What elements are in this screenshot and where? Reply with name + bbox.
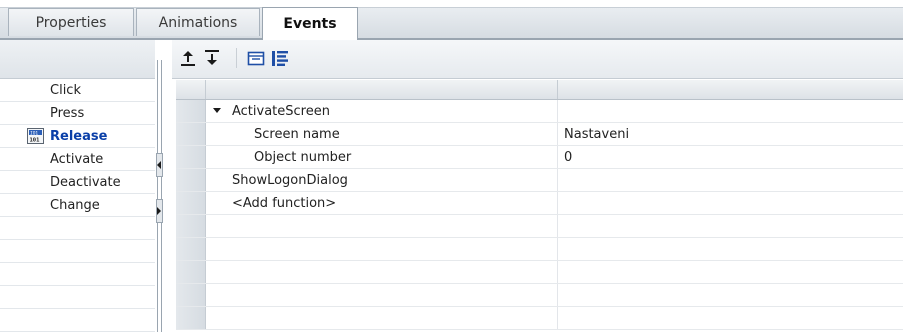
tab-label: Properties — [35, 14, 107, 31]
collapse-left-button[interactable] — [156, 153, 163, 177]
empty-row — [176, 261, 903, 284]
event-label: Release — [50, 129, 108, 144]
row-gutter — [176, 169, 206, 191]
move-down-icon — [205, 50, 219, 65]
event-label: Deactivate — [50, 175, 121, 190]
function-name: ShowLogonDialog — [232, 173, 348, 188]
triangle-left-icon — [157, 161, 161, 169]
row-gutter — [176, 307, 206, 329]
event-item-release[interactable]: IO1 101 Release — [0, 125, 155, 148]
folder-button[interactable] — [246, 48, 266, 68]
tab-animations[interactable]: Animations — [136, 8, 260, 36]
list-view-icon — [272, 51, 288, 66]
splitter-line — [157, 60, 158, 332]
row-gutter — [176, 238, 206, 260]
tab-properties[interactable]: Properties — [8, 8, 134, 36]
event-item-change[interactable]: Change — [0, 194, 155, 217]
column-separator — [557, 192, 558, 214]
parameter-name: Object number — [254, 150, 352, 165]
column-separator — [557, 100, 558, 122]
move-up-button[interactable] — [178, 48, 198, 68]
svg-text:101: 101 — [30, 138, 41, 144]
event-item-click[interactable]: Click — [0, 79, 155, 102]
parameter-value[interactable]: 0 — [564, 150, 572, 165]
row-gutter — [176, 215, 206, 237]
triangle-right-icon — [157, 207, 161, 215]
parameter-row-object-number[interactable]: Object number 0 — [176, 146, 903, 169]
row-gutter — [176, 146, 206, 168]
parameter-name: Screen name — [254, 127, 340, 142]
column-separator — [557, 307, 558, 329]
event-empty-row — [0, 240, 155, 263]
list-view-button[interactable] — [270, 48, 290, 68]
move-up-icon — [181, 51, 195, 66]
function-list-panel: ActivateScreen Screen name Nastaveni Obj… — [172, 40, 903, 332]
event-empty-row — [0, 309, 155, 332]
header-value-column[interactable] — [558, 80, 903, 99]
column-separator — [557, 146, 558, 168]
row-gutter — [176, 284, 206, 306]
event-empty-row — [0, 263, 155, 286]
header-name-column[interactable] — [206, 80, 558, 99]
event-item-deactivate[interactable]: Deactivate — [0, 171, 155, 194]
add-function-row[interactable]: <Add function> — [176, 192, 903, 215]
row-gutter — [176, 261, 206, 283]
row-gutter — [176, 192, 206, 214]
parameter-row-screen-name[interactable]: Screen name Nastaveni — [176, 123, 903, 146]
svg-text:IO1: IO1 — [30, 130, 38, 136]
empty-row — [176, 307, 903, 330]
splitter-line — [161, 60, 162, 332]
header-gutter — [176, 80, 206, 99]
column-separator — [557, 284, 558, 306]
column-separator — [557, 215, 558, 237]
function-row-showlogondialog[interactable]: ShowLogonDialog — [176, 169, 903, 192]
row-gutter — [176, 123, 206, 145]
event-list-header — [0, 40, 155, 79]
event-label: Click — [50, 83, 81, 98]
tab-events[interactable]: Events — [262, 7, 358, 40]
tab-label: Animations — [158, 14, 238, 31]
column-separator — [557, 123, 558, 145]
event-empty-row — [0, 286, 155, 309]
event-item-press[interactable]: Press — [0, 102, 155, 125]
empty-row — [176, 215, 903, 238]
move-down-button[interactable] — [202, 48, 222, 68]
collapse-right-button[interactable] — [156, 199, 163, 223]
empty-row — [176, 284, 903, 307]
folder-icon — [247, 51, 265, 66]
tab-label: Events — [283, 16, 337, 32]
toolbar-separator — [236, 48, 237, 68]
function-row-activatescreen[interactable]: ActivateScreen — [176, 100, 903, 123]
empty-row — [176, 238, 903, 261]
event-item-activate[interactable]: Activate — [0, 148, 155, 171]
row-gutter — [176, 100, 206, 122]
column-separator — [557, 261, 558, 283]
column-separator — [557, 169, 558, 191]
function-table-header — [176, 80, 903, 100]
event-empty-row — [0, 217, 155, 240]
event-label: Change — [50, 198, 100, 213]
panel-splitter[interactable] — [155, 40, 165, 332]
event-list: Click Press IO1 101 Release Activate Dea… — [0, 79, 155, 332]
function-toolbar — [172, 40, 903, 79]
collapse-arrow-icon[interactable] — [213, 108, 221, 114]
function-name: ActivateScreen — [232, 104, 330, 119]
tab-bar: Properties Animations Events — [0, 0, 903, 40]
event-label: Activate — [50, 152, 104, 167]
event-label: Press — [50, 106, 85, 121]
event-list-panel: Click Press IO1 101 Release Activate Dea… — [0, 40, 155, 332]
add-function-link[interactable]: <Add function> — [232, 196, 336, 211]
function-table: ActivateScreen Screen name Nastaveni Obj… — [176, 80, 903, 330]
parameter-value[interactable]: Nastaveni — [564, 127, 629, 142]
release-event-icon: IO1 101 — [27, 128, 44, 144]
column-separator — [557, 238, 558, 260]
